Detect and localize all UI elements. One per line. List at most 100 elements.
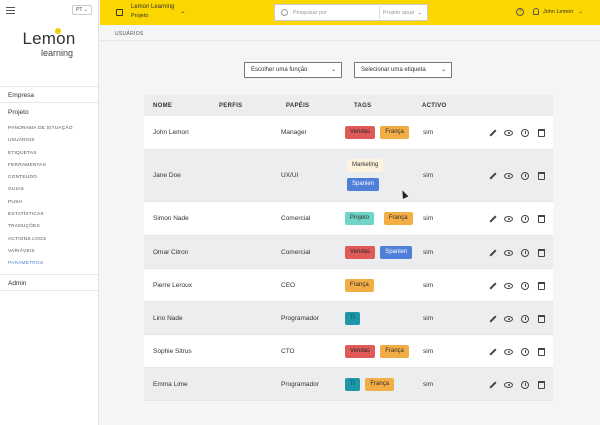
table-row[interactable]: Sophie Sitrus CTO Vendas França sim bbox=[144, 335, 553, 368]
eye-icon[interactable] bbox=[504, 216, 513, 222]
trash-icon[interactable] bbox=[538, 248, 545, 257]
role-cell: Programador bbox=[281, 380, 319, 388]
sidebar-item[interactable]: Conteúdo bbox=[8, 172, 73, 184]
trash-icon[interactable] bbox=[538, 347, 545, 356]
active-status: sim bbox=[423, 314, 434, 322]
function-filter-label: Escolher uma função bbox=[251, 67, 308, 73]
menu-icon[interactable] bbox=[6, 6, 15, 14]
column-header-papeis[interactable]: PAPÉIS bbox=[286, 103, 309, 109]
trash-icon[interactable] bbox=[538, 281, 545, 290]
trash-icon[interactable] bbox=[538, 380, 545, 389]
chevron-down-icon: ⌄ bbox=[417, 9, 422, 16]
tag-badge: TI bbox=[345, 311, 361, 325]
user-name-cell: Lino Nade bbox=[153, 314, 183, 322]
clock-icon[interactable] bbox=[521, 347, 529, 356]
help-icon[interactable]: ? bbox=[516, 8, 524, 16]
table-row[interactable]: Pierre Leroux CEO França sim bbox=[144, 269, 553, 302]
column-header-name[interactable]: NOME bbox=[153, 103, 172, 109]
user-name-cell: Emma Lime bbox=[153, 380, 188, 388]
eye-icon[interactable] bbox=[504, 173, 513, 179]
language-select[interactable]: PT ⌄ bbox=[72, 5, 92, 15]
user-name-cell: Omar Citron bbox=[153, 248, 189, 256]
search-scope-select[interactable]: Projeto atual bbox=[383, 10, 417, 16]
pencil-icon[interactable] bbox=[489, 347, 497, 356]
table-row[interactable]: Simon Nade Comercial Projeto França sim bbox=[144, 202, 553, 236]
clock-icon[interactable] bbox=[521, 281, 529, 290]
column-header-tags[interactable]: TAGS bbox=[354, 103, 371, 109]
trash-icon[interactable] bbox=[538, 172, 545, 180]
pencil-icon[interactable] bbox=[489, 172, 497, 180]
search-input[interactable]: Pesquisar por bbox=[293, 10, 379, 16]
search-icon bbox=[281, 9, 288, 16]
sidebar-item[interactable]: Ferramentas bbox=[8, 160, 73, 172]
clock-icon[interactable] bbox=[521, 172, 529, 180]
tag-badge: TI bbox=[345, 377, 361, 391]
column-header-perfis[interactable]: PERFIS bbox=[219, 103, 242, 109]
sidebar-item[interactable]: Traduções bbox=[8, 221, 73, 233]
sidebar-item-empresa[interactable]: Empresa bbox=[0, 86, 98, 103]
chevron-down-icon: ⌄ bbox=[330, 67, 336, 73]
tag-filter[interactable]: Selecionar uma etiqueta ⌄ bbox=[354, 62, 452, 78]
user-name-cell: Jane Doe bbox=[153, 172, 181, 179]
sidebar: PT ⌄ Lemon learning Empresa Projeto Pano… bbox=[0, 0, 99, 425]
chevron-down-icon: ⌄ bbox=[440, 67, 446, 73]
role-cell: UX/UI bbox=[281, 172, 299, 179]
sidebar-item[interactable]: Estatísticas bbox=[8, 209, 73, 221]
clock-icon[interactable] bbox=[521, 248, 529, 257]
sidebar-item[interactable]: Variáveis bbox=[8, 246, 73, 258]
sidebar-item[interactable]: Parâmetros bbox=[8, 258, 73, 270]
tag-filter-label: Selecionar uma etiqueta bbox=[361, 67, 426, 73]
eye-icon[interactable] bbox=[504, 282, 513, 289]
sidebar-item[interactable]: Guias bbox=[8, 184, 73, 196]
tag-badge: França bbox=[380, 344, 409, 358]
function-filter[interactable]: Escolher uma função ⌄ bbox=[244, 62, 342, 78]
column-header-activo[interactable]: ACTIVO bbox=[422, 103, 446, 109]
users-table: NOME PERFIS PAPÉIS TAGS ACTIVO John Lemo… bbox=[144, 95, 553, 401]
clock-icon[interactable] bbox=[521, 215, 529, 223]
sidebar-item-admin[interactable]: Admin bbox=[0, 274, 98, 291]
table-row[interactable]: John Lemon Manager Vendas França sim bbox=[144, 116, 553, 150]
table-row[interactable]: Emma Lime Programador TI França sim bbox=[144, 368, 553, 401]
eye-icon[interactable] bbox=[504, 348, 513, 355]
role-cell: Manager bbox=[281, 129, 307, 136]
eye-icon[interactable] bbox=[504, 130, 513, 136]
sidebar-item-projeto[interactable]: Projeto bbox=[0, 107, 98, 119]
active-status: sim bbox=[423, 129, 434, 136]
clock-icon[interactable] bbox=[521, 129, 529, 137]
eye-icon[interactable] bbox=[504, 381, 513, 388]
project-switcher[interactable]: Lemon Learning Projeto ⌄ bbox=[116, 4, 185, 19]
user-menu[interactable]: John Lemon ⌄ bbox=[533, 8, 583, 15]
sidebar-item[interactable]: Panorama de situação bbox=[8, 123, 73, 135]
logo-text: Lemon bbox=[22, 29, 76, 48]
sidebar-item[interactable]: Usuários bbox=[8, 135, 73, 147]
clock-icon[interactable] bbox=[521, 314, 529, 323]
tag-badge: França bbox=[365, 377, 395, 391]
pencil-icon[interactable] bbox=[489, 380, 497, 389]
pencil-icon[interactable] bbox=[489, 281, 497, 290]
pencil-icon[interactable] bbox=[489, 215, 497, 223]
sidebar-item[interactable]: Push bbox=[8, 197, 73, 209]
tag-badge: França bbox=[383, 212, 413, 225]
tag-badge: França bbox=[380, 126, 409, 139]
pencil-icon[interactable] bbox=[489, 314, 497, 323]
table-row[interactable]: Jane Doe UX/UI Marketing Spanien sim bbox=[144, 150, 553, 202]
sidebar-submenu: Panorama de situação Usuários Etiquetas Fer… bbox=[8, 123, 73, 271]
eye-icon[interactable] bbox=[504, 315, 513, 322]
sidebar-item[interactable]: Actions logs bbox=[8, 234, 73, 246]
active-status: sim bbox=[423, 380, 434, 388]
clock-icon[interactable] bbox=[521, 380, 529, 389]
trash-icon[interactable] bbox=[538, 215, 545, 223]
user-icon bbox=[533, 8, 539, 15]
pencil-icon[interactable] bbox=[489, 248, 497, 257]
table-row[interactable]: Omar Citron Comercial Vendas Spanien sim bbox=[144, 236, 553, 269]
eye-icon[interactable] bbox=[504, 249, 513, 256]
sidebar-item[interactable]: Etiquetas bbox=[8, 148, 73, 160]
logo-subtitle: learning bbox=[40, 48, 74, 58]
pencil-icon[interactable] bbox=[489, 129, 497, 137]
table-body: John Lemon Manager Vendas França sim Jane Doe… bbox=[144, 116, 553, 401]
briefcase-icon bbox=[116, 9, 123, 16]
trash-icon[interactable] bbox=[538, 129, 545, 137]
role-cell: CEO bbox=[281, 281, 296, 289]
trash-icon[interactable] bbox=[538, 314, 545, 323]
table-row[interactable]: Lino Nade Programador TI sim bbox=[144, 302, 553, 335]
